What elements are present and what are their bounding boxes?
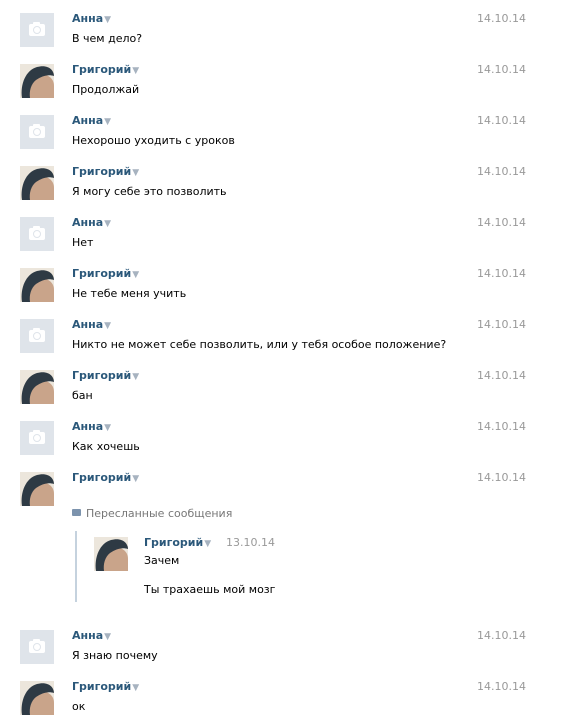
message-item: Григорий▼ 14.10.14 Продолжай — [0, 63, 576, 104]
message-item: Анна▼ 14.10.14 Как хочешь — [0, 420, 576, 461]
message-item: Григорий▼ 14.10.14 Я могу себе это позво… — [0, 165, 576, 206]
avatar[interactable] — [20, 166, 54, 200]
chevron-down-icon[interactable]: ▼ — [132, 474, 139, 484]
chevron-down-icon[interactable]: ▼ — [204, 539, 211, 549]
avatar[interactable] — [20, 115, 54, 149]
message-date[interactable]: 14.10.14 — [477, 318, 526, 331]
message-item: Анна▼ 14.10.14 Я знаю почему — [0, 629, 576, 670]
avatar[interactable] — [20, 268, 54, 302]
user-photo-icon — [20, 166, 54, 200]
author-name[interactable]: Анна▼ — [72, 216, 111, 229]
author-name[interactable]: Анна▼ — [72, 12, 111, 25]
message-text: Нехорошо уходить с уроков — [72, 134, 235, 147]
message-item: Григорий▼ 14.10.14 ок — [0, 680, 576, 721]
chevron-down-icon[interactable]: ▼ — [132, 683, 139, 693]
message-text: ок — [72, 700, 86, 713]
avatar[interactable] — [20, 13, 54, 47]
message-date[interactable]: 14.10.14 — [477, 680, 526, 693]
message-text: Ты трахаешь мой мозг — [144, 583, 276, 596]
user-photo-icon — [20, 370, 54, 404]
avatar[interactable] — [20, 217, 54, 251]
message-text: Продолжай — [72, 83, 140, 96]
message-date[interactable]: 13.10.14 — [226, 536, 275, 549]
avatar[interactable] — [20, 370, 54, 404]
message-item: Григорий▼ 14.10.14 — [0, 471, 576, 512]
avatar[interactable] — [20, 64, 54, 98]
author-name[interactable]: Анна▼ — [72, 318, 111, 331]
author-name[interactable]: Григорий▼ — [72, 267, 139, 280]
author-name[interactable]: Григорий▼ — [72, 680, 139, 693]
author-name[interactable]: Григорий▼ — [72, 63, 139, 76]
message-text: Как хочешь — [72, 440, 140, 453]
message-text: Никто не может себе позволить, или у теб… — [72, 338, 447, 351]
chevron-down-icon[interactable]: ▼ — [132, 66, 139, 76]
avatar[interactable] — [20, 319, 54, 353]
author-name[interactable]: Григорий▼ — [144, 536, 211, 549]
message-item: Анна▼ 14.10.14 Никто не может себе позво… — [0, 318, 576, 359]
avatar[interactable] — [94, 537, 128, 571]
message-date[interactable]: 14.10.14 — [477, 629, 526, 642]
message-item: Анна▼ 14.10.14 Нет — [0, 216, 576, 257]
author-name[interactable]: Григорий▼ — [72, 369, 139, 382]
chevron-down-icon[interactable]: ▼ — [104, 321, 111, 331]
chevron-down-icon[interactable]: ▼ — [132, 372, 139, 382]
forwarded-message: Григорий▼ 13.10.14 Зачем Ты трахаешь мой… — [94, 536, 534, 607]
chevron-down-icon[interactable]: ▼ — [132, 168, 139, 178]
message-date[interactable]: 14.10.14 — [477, 114, 526, 127]
avatar[interactable] — [20, 421, 54, 455]
message-item: Григорий▼ 14.10.14 бан — [0, 369, 576, 410]
message-text: Я знаю почему — [72, 649, 158, 662]
user-photo-icon — [20, 472, 54, 506]
author-name[interactable]: Анна▼ — [72, 629, 111, 642]
message-item: Григорий▼ 14.10.14 Не тебе меня учить — [0, 267, 576, 308]
message-item: Анна▼ 14.10.14 Нехорошо уходить с уроков — [0, 114, 576, 155]
avatar[interactable] — [20, 681, 54, 715]
message-date[interactable]: 14.10.14 — [477, 267, 526, 280]
message-text: Не тебе меня учить — [72, 287, 187, 300]
chevron-down-icon[interactable]: ▼ — [104, 632, 111, 642]
chevron-down-icon[interactable]: ▼ — [104, 219, 111, 229]
forwarded-quote-bar — [75, 531, 77, 602]
avatar[interactable] — [20, 472, 54, 506]
author-name[interactable]: Анна▼ — [72, 114, 111, 127]
chevron-down-icon[interactable]: ▼ — [132, 270, 139, 280]
message-text: Я могу себе это позволить — [72, 185, 227, 198]
message-date[interactable]: 14.10.14 — [477, 165, 526, 178]
user-photo-icon — [94, 537, 128, 571]
message-date[interactable]: 14.10.14 — [477, 471, 526, 484]
author-name[interactable]: Григорий▼ — [72, 471, 139, 484]
user-photo-icon — [20, 681, 54, 715]
message-date[interactable]: 14.10.14 — [477, 63, 526, 76]
message-text: В чем дело? — [72, 32, 143, 45]
message-date[interactable]: 14.10.14 — [477, 369, 526, 382]
message-date[interactable]: 14.10.14 — [477, 420, 526, 433]
author-name[interactable]: Анна▼ — [72, 420, 111, 433]
author-name[interactable]: Григорий▼ — [72, 165, 139, 178]
message-text: бан — [72, 389, 93, 402]
chevron-down-icon[interactable]: ▼ — [104, 423, 111, 433]
message-bubble-icon — [72, 509, 81, 516]
forwarded-messages-header: Пересланные сообщения — [72, 507, 232, 520]
message-text: Нет — [72, 236, 94, 249]
chevron-down-icon[interactable]: ▼ — [104, 15, 111, 25]
user-photo-icon — [20, 64, 54, 98]
user-photo-icon — [20, 268, 54, 302]
message-date[interactable]: 14.10.14 — [477, 12, 526, 25]
forwarded-messages-label: Пересланные сообщения — [86, 507, 233, 520]
avatar[interactable] — [20, 630, 54, 664]
message-text: Зачем — [144, 554, 180, 567]
message-date[interactable]: 14.10.14 — [477, 216, 526, 229]
chevron-down-icon[interactable]: ▼ — [104, 117, 111, 127]
message-item: Анна▼ 14.10.14 В чем дело? — [0, 12, 576, 53]
